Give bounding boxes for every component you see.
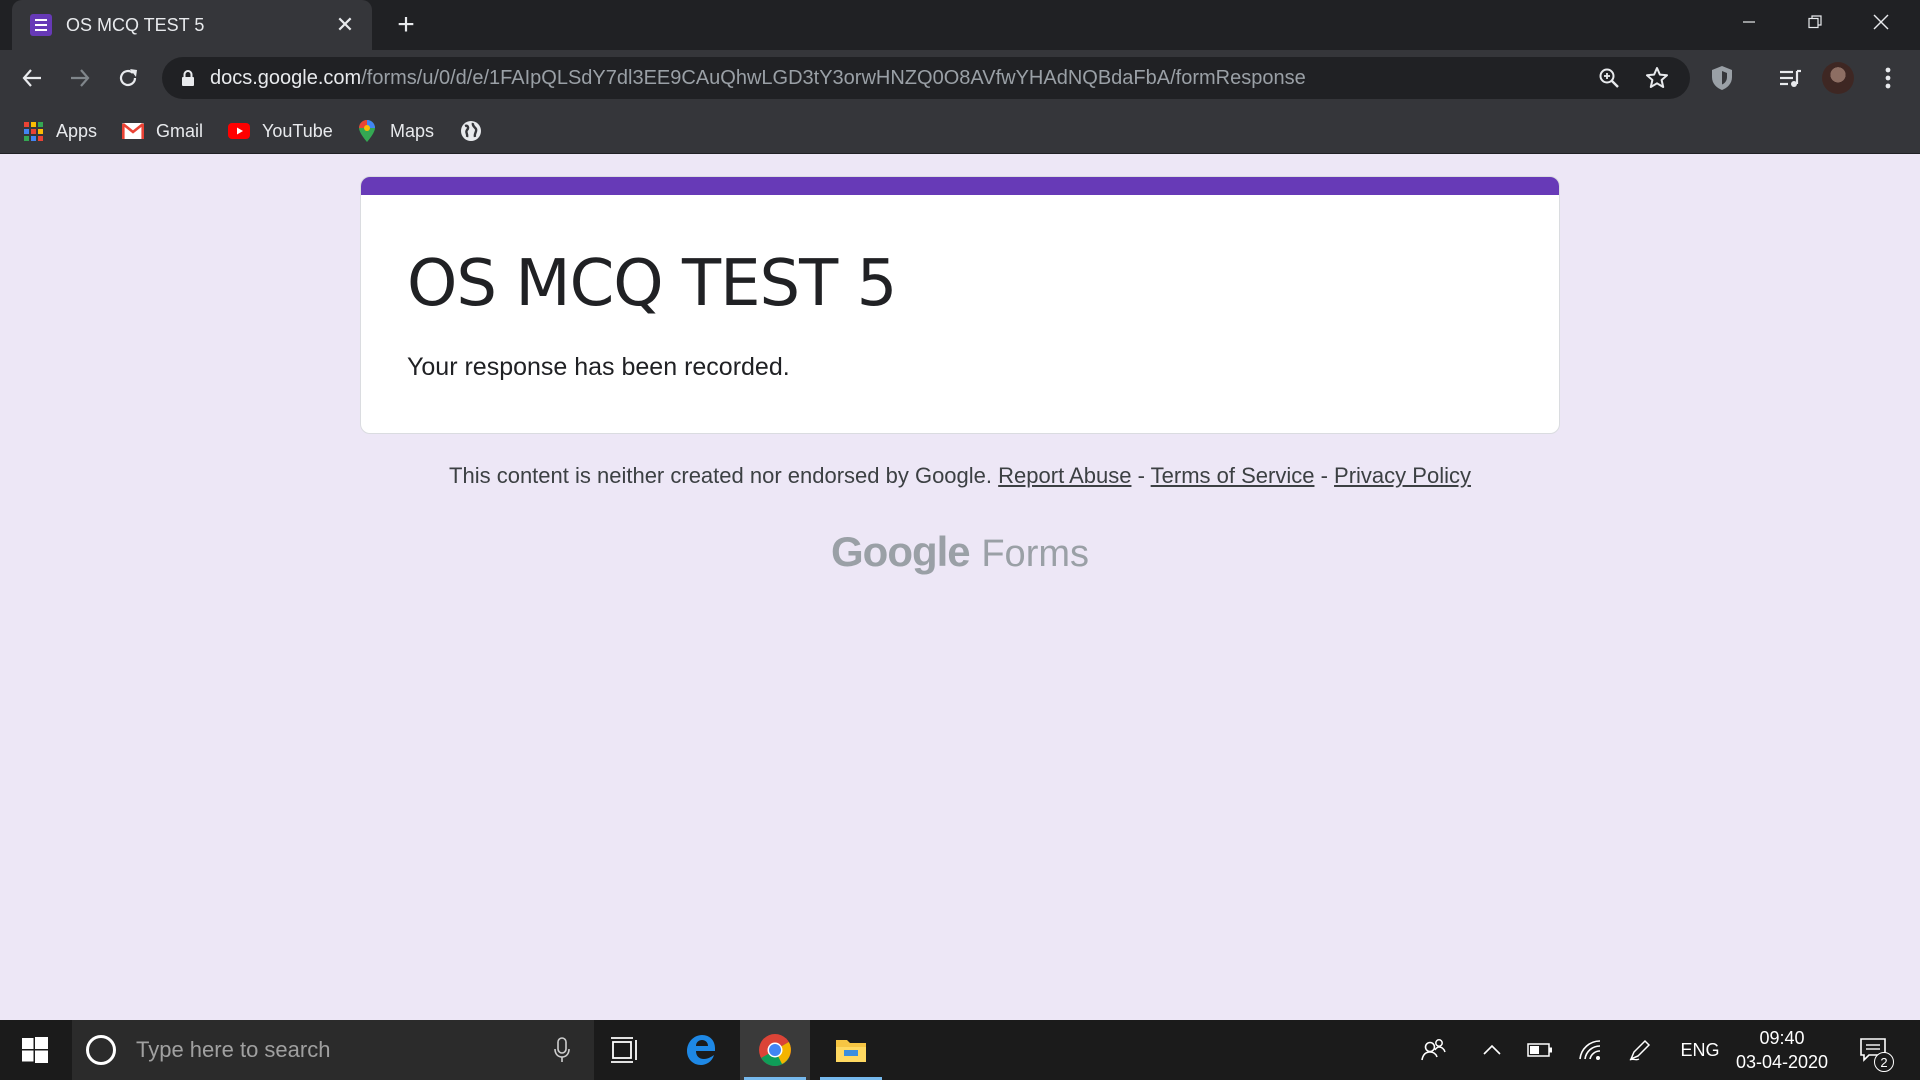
battery-status[interactable] xyxy=(1520,1020,1560,1080)
new-tab-button[interactable]: + xyxy=(390,10,422,42)
bookmark-gmail[interactable]: Gmail xyxy=(122,118,203,144)
report-abuse-link[interactable]: Report Abuse xyxy=(998,463,1131,488)
clock-date: 03-04-2020 xyxy=(1735,1052,1829,1072)
bookmark-label: Apps xyxy=(56,120,98,141)
search-placeholder: Type here to search xyxy=(136,1037,331,1062)
close-window-button[interactable] xyxy=(1848,0,1914,44)
more-vert-icon xyxy=(1885,67,1891,89)
arrow-right-icon xyxy=(71,69,90,87)
forward-button[interactable] xyxy=(62,60,98,96)
logo-google-text: Google xyxy=(831,528,971,575)
back-button[interactable] xyxy=(14,60,50,96)
shield-icon xyxy=(1712,66,1732,90)
browser-tab-strip: OS MCQ TEST 5 ✕ + xyxy=(0,0,1920,50)
browser-tab-active[interactable]: OS MCQ TEST 5 ✕ xyxy=(12,0,372,50)
chrome-icon xyxy=(759,1034,791,1066)
globe-icon xyxy=(460,120,482,142)
microphone-icon xyxy=(554,1037,570,1062)
form-accent-bar xyxy=(361,177,1559,195)
form-title: OS MCQ TEST 5 xyxy=(407,247,897,321)
google-forms-logo[interactable]: Google Forms xyxy=(0,528,1920,576)
gmail-icon xyxy=(122,120,144,142)
edge-browser-icon xyxy=(687,1035,715,1065)
task-view-button[interactable] xyxy=(590,1020,660,1080)
reload-button[interactable] xyxy=(110,60,146,96)
cortana-icon xyxy=(86,1035,116,1065)
start-button[interactable] xyxy=(0,1020,70,1080)
logo-forms-text: Forms xyxy=(981,533,1089,575)
arrow-left-icon xyxy=(22,69,41,87)
restore-icon xyxy=(1808,15,1822,29)
queue-music-icon xyxy=(1780,69,1801,87)
people-icon xyxy=(1421,1039,1446,1061)
url-host: docs.google.com xyxy=(210,66,362,89)
taskbar-edge-button[interactable] xyxy=(666,1020,736,1080)
chevron-up-icon xyxy=(1483,1044,1501,1055)
url-path: /forms/u/0/d/e/1FAIpQLSdY7dl3EE9CAuQhwLG… xyxy=(361,66,1306,89)
browser-menu-button[interactable] xyxy=(1872,62,1904,94)
zoom-in-icon xyxy=(1599,68,1619,88)
footer-disclaimer: This content is neither created nor endo… xyxy=(360,463,1560,489)
profile-button[interactable] xyxy=(1822,62,1854,94)
apps-grid-icon xyxy=(22,120,44,142)
folder-icon xyxy=(836,1040,866,1062)
minimize-window-button[interactable] xyxy=(1716,0,1782,44)
taskbar-file-explorer-button[interactable] xyxy=(816,1020,886,1080)
bookmark-maps[interactable]: Maps xyxy=(356,118,434,144)
footer-separator: - xyxy=(1320,463,1328,488)
close-icon xyxy=(1873,14,1889,30)
bookmark-label: Gmail xyxy=(156,120,204,141)
battery-icon xyxy=(1527,1043,1552,1057)
wifi-icon xyxy=(1579,1040,1601,1060)
lock-icon xyxy=(182,70,194,86)
notification-count-badge: 2 xyxy=(1874,1052,1894,1072)
tab-title: OS MCQ TEST 5 xyxy=(66,14,205,35)
bookmark-youtube[interactable]: YouTube xyxy=(228,118,333,144)
task-view-icon xyxy=(611,1037,637,1063)
avatar xyxy=(1822,62,1854,94)
clock-time: 09:40 xyxy=(1759,1028,1805,1048)
microphone-button[interactable] xyxy=(542,1030,582,1070)
taskbar-search-box[interactable]: Type here to search xyxy=(72,1020,594,1080)
bookmark-star-button[interactable] xyxy=(1642,63,1672,93)
youtube-icon xyxy=(228,120,250,142)
pen-icon xyxy=(1629,1039,1651,1061)
star-icon xyxy=(1646,67,1668,88)
windows-taskbar: Type here to search ENG 09:40 03-04-2020… xyxy=(0,1020,1920,1080)
close-tab-button[interactable]: ✕ xyxy=(332,12,358,38)
network-status[interactable] xyxy=(1570,1020,1610,1080)
maps-icon xyxy=(356,120,378,142)
taskbar-clock[interactable]: 09:40 03-04-2020 xyxy=(1732,1026,1832,1074)
minimize-icon xyxy=(1743,21,1755,23)
address-bar[interactable]: docs.google.com/forms/u/0/d/e/1FAIpQLSdY… xyxy=(162,57,1690,99)
windows-logo-icon xyxy=(22,1037,48,1063)
bookmark-label: Maps xyxy=(390,120,435,141)
media-controls-button[interactable] xyxy=(1774,62,1806,94)
restore-window-button[interactable] xyxy=(1782,0,1848,44)
browser-toolbar: docs.google.com/forms/u/0/d/e/1FAIpQLSdY… xyxy=(0,50,1920,106)
windows-ink-button[interactable] xyxy=(1620,1020,1660,1080)
privacy-policy-link[interactable]: Privacy Policy xyxy=(1334,463,1471,488)
taskbar-chrome-button[interactable] xyxy=(740,1020,810,1080)
disclaimer-text: This content is neither created nor endo… xyxy=(449,463,993,488)
reload-icon xyxy=(119,69,137,87)
extension-button[interactable] xyxy=(1706,62,1738,94)
terms-of-service-link[interactable]: Terms of Service xyxy=(1151,463,1315,488)
bookmark-label: YouTube xyxy=(262,120,333,141)
form-confirmation-card: OS MCQ TEST 5 Your response has been rec… xyxy=(360,176,1560,434)
bookmarks-bar: Apps Gmail YouTube Maps xyxy=(0,106,1920,154)
bookmark-globe[interactable] xyxy=(460,118,494,144)
footer-separator: - xyxy=(1137,463,1145,488)
people-button[interactable] xyxy=(1412,1020,1456,1080)
input-language-indicator[interactable]: ENG xyxy=(1670,1020,1730,1080)
bookmark-apps[interactable]: Apps xyxy=(22,118,97,144)
zoom-button[interactable] xyxy=(1594,63,1624,93)
google-forms-icon xyxy=(30,14,52,36)
action-center-button[interactable]: 2 xyxy=(1848,1020,1898,1080)
show-hidden-icons-button[interactable] xyxy=(1472,1020,1512,1080)
url-text: docs.google.com/forms/u/0/d/e/1FAIpQLSdY… xyxy=(210,67,1576,90)
response-recorded-message: Your response has been recorded. xyxy=(407,353,790,381)
